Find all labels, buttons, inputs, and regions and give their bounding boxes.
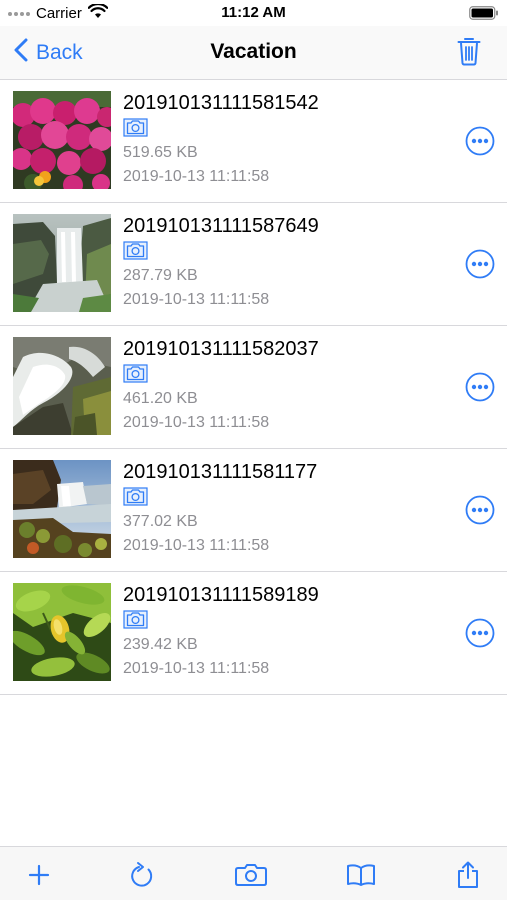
file-size: 239.42 KB xyxy=(123,636,198,653)
bookmarks-button[interactable] xyxy=(346,861,376,889)
file-name: 201910131111587649 xyxy=(123,215,319,237)
thumbnail-image xyxy=(13,583,111,681)
file-date: 2019-10-13 11:11:58 xyxy=(123,291,270,308)
thumbnail-image xyxy=(13,337,111,435)
camera-icon xyxy=(123,364,148,388)
thumbnail-image xyxy=(13,460,111,558)
thumbnail-image xyxy=(13,214,111,312)
more-options-button[interactable] xyxy=(465,495,495,525)
more-options-button[interactable] xyxy=(465,618,495,648)
navigation-bar: Back Vacation xyxy=(0,26,507,80)
trash-icon xyxy=(457,38,481,66)
share-button[interactable] xyxy=(453,861,483,889)
file-name: 201910131111581542 xyxy=(123,92,319,114)
bottom-toolbar xyxy=(0,846,507,900)
camera-icon xyxy=(235,864,267,886)
plus-icon xyxy=(28,864,50,886)
list-item[interactable]: 201910131111582037 461.20 KB 2019-10-13 … xyxy=(0,326,507,449)
file-name: 201910131111581177 xyxy=(123,461,318,483)
share-icon xyxy=(458,861,478,888)
refresh-icon xyxy=(131,862,153,887)
ellipsis-circle-icon xyxy=(465,249,495,279)
file-name: 201910131111582037 xyxy=(123,338,319,360)
book-icon xyxy=(347,864,375,886)
camera-icon xyxy=(123,610,148,634)
more-options-button[interactable] xyxy=(465,126,495,156)
file-date: 2019-10-13 11:11:58 xyxy=(123,660,270,677)
status-bar: Carrier 11:12 AM xyxy=(0,0,507,26)
file-date: 2019-10-13 11:11:58 xyxy=(123,537,270,554)
ellipsis-circle-icon xyxy=(465,372,495,402)
list-item[interactable]: 201910131111587649 287.79 KB 2019-10-13 … xyxy=(0,203,507,326)
list-item[interactable]: 201910131111589189 239.42 KB 2019-10-13 … xyxy=(0,572,507,695)
more-options-button[interactable] xyxy=(465,372,495,402)
battery-icon xyxy=(469,6,499,24)
camera-icon xyxy=(123,241,148,265)
camera-button[interactable] xyxy=(234,861,268,889)
more-options-button[interactable] xyxy=(465,249,495,279)
ellipsis-circle-icon xyxy=(465,618,495,648)
ellipsis-circle-icon xyxy=(465,495,495,525)
file-date: 2019-10-13 11:11:58 xyxy=(123,414,270,431)
add-button[interactable] xyxy=(24,861,54,889)
camera-icon xyxy=(123,118,148,142)
camera-icon xyxy=(123,487,148,511)
file-size: 287.79 KB xyxy=(123,267,198,284)
status-time: 11:12 AM xyxy=(221,4,286,21)
file-name: 201910131111589189 xyxy=(123,584,319,606)
file-size: 519.65 KB xyxy=(123,144,198,161)
list-item[interactable]: 201910131111581177 377.02 KB 2019-10-13 … xyxy=(0,449,507,572)
file-date: 2019-10-13 11:11:58 xyxy=(123,168,270,185)
refresh-button[interactable] xyxy=(127,861,157,889)
list-item[interactable]: 201910131111581542 519.65 KB 2019-10-13 … xyxy=(0,80,507,203)
trash-button[interactable] xyxy=(457,36,481,71)
file-list: 201910131111581542 519.65 KB 2019-10-13 … xyxy=(0,80,507,695)
thumbnail-image xyxy=(13,91,111,189)
file-size: 461.20 KB xyxy=(123,390,198,407)
ellipsis-circle-icon xyxy=(465,126,495,156)
screen: Carrier 11:12 AM Back Vacation 201910131… xyxy=(0,0,507,900)
page-title: Vacation xyxy=(210,40,297,63)
file-size: 377.02 KB xyxy=(123,513,198,530)
